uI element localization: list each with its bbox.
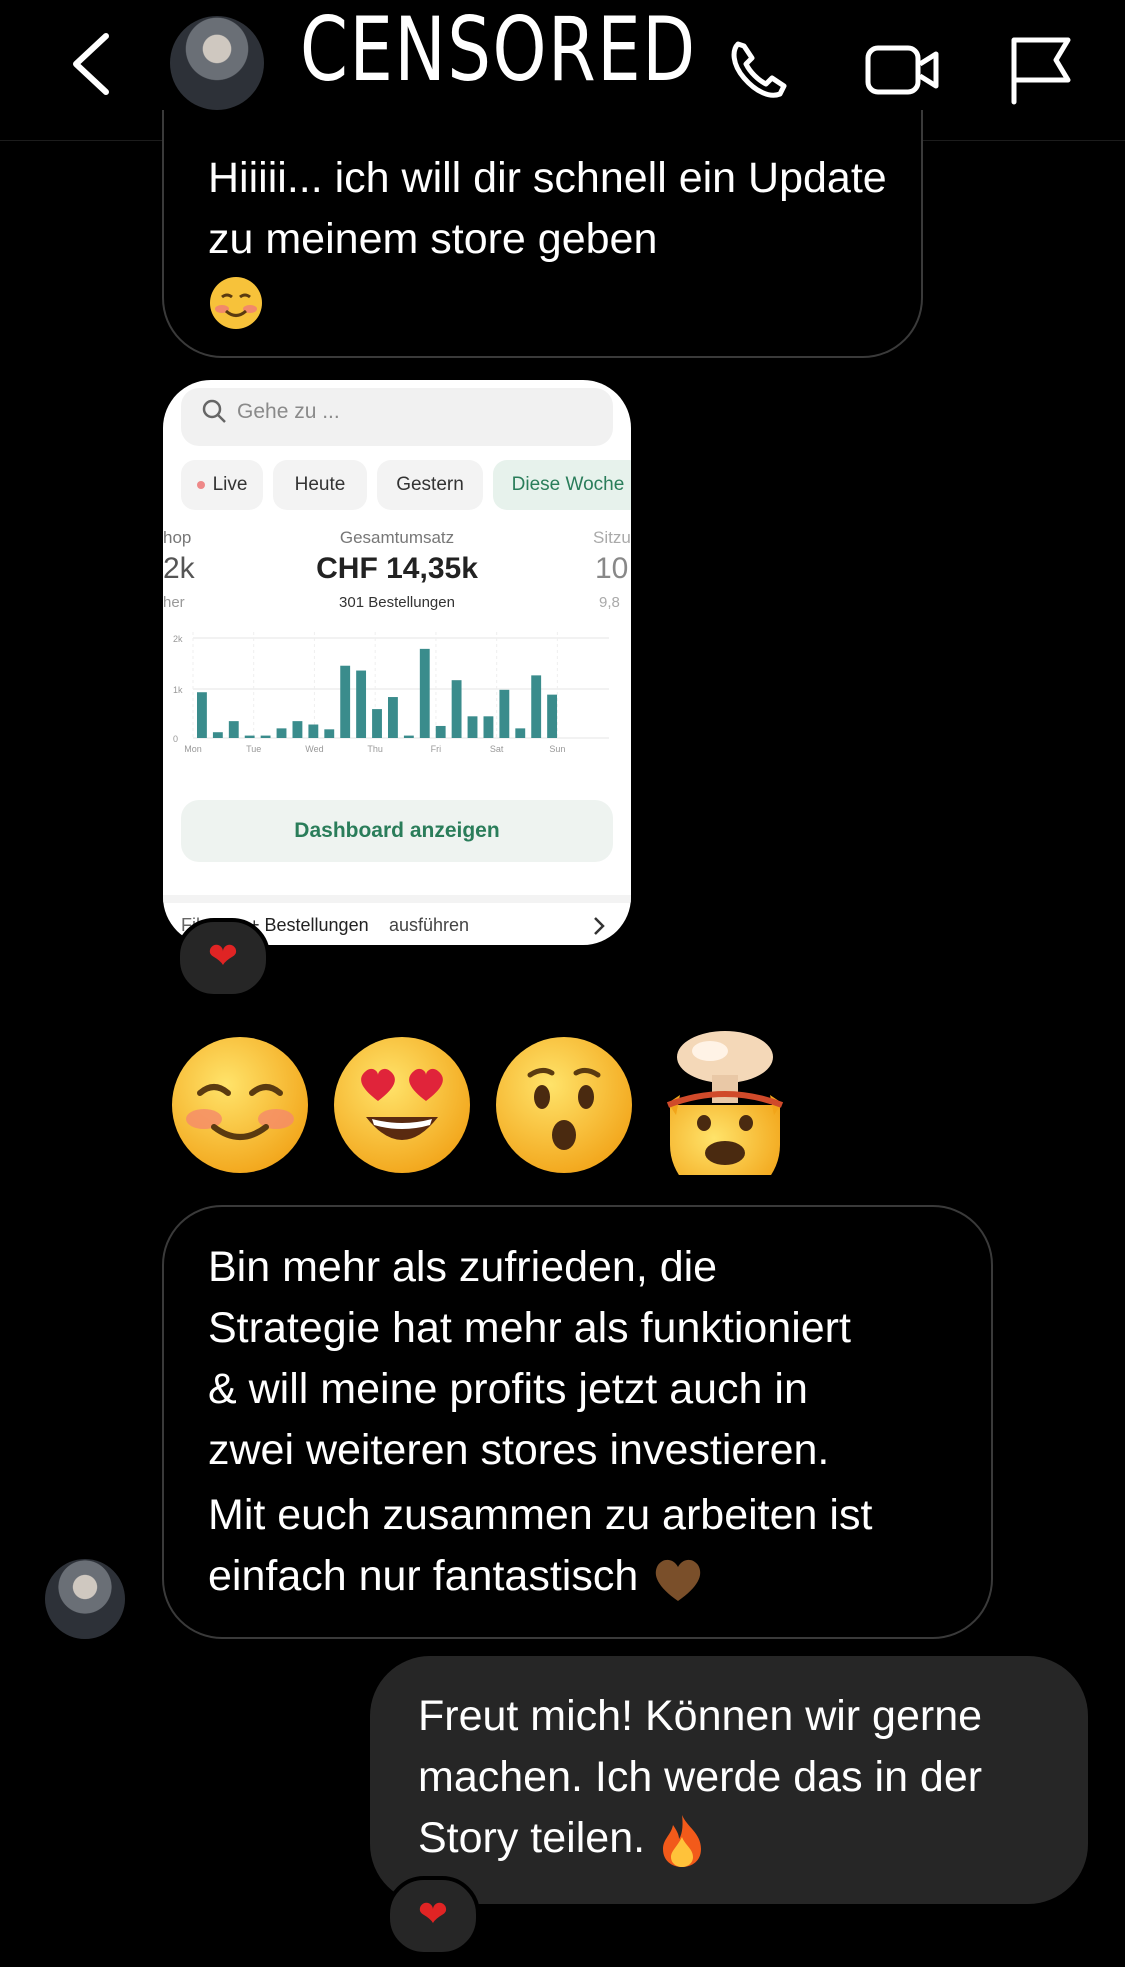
message-text: Hiiiii... ich will dir schnell ein Updat… xyxy=(208,154,887,263)
x-tick-label: Sun xyxy=(549,744,565,754)
chart-bar xyxy=(435,725,446,738)
message-line: Bin mehr als zufrieden, die xyxy=(208,1243,718,1291)
message-line: zwei weiteren stores investieren. xyxy=(208,1426,830,1474)
chart-bar xyxy=(387,697,398,738)
flag-icon[interactable] xyxy=(1002,30,1082,110)
total-revenue-value: CHF 14,35k xyxy=(316,552,478,585)
outgoing-message-bubble[interactable]: Freut mich! Können wir gerne machen. Ich… xyxy=(370,1656,1088,1904)
y-tick-label: 0 xyxy=(173,734,178,744)
chart-bar xyxy=(324,729,335,738)
phone-icon[interactable] xyxy=(720,30,800,110)
incoming-message-bubble[interactable]: Hiiiii... ich will dir schnell ein Updat… xyxy=(162,110,923,358)
stat-right-value: 10 xyxy=(595,552,629,585)
back-chevron-icon[interactable] xyxy=(62,28,122,100)
contact-avatar[interactable] xyxy=(170,16,264,110)
dashboard-button: Dashboard anzeigen xyxy=(181,800,613,862)
message-line: einfach nur fantastisch xyxy=(208,1552,639,1600)
shared-screenshot[interactable]: Gehe zu ... Live Heute Gestern Diese Woc… xyxy=(163,380,631,945)
chart-bar xyxy=(467,716,478,738)
footer-suffix: ausführen xyxy=(389,915,470,935)
heart-icon: ❤ xyxy=(207,935,239,976)
heart-eyes-emoji xyxy=(334,1037,470,1173)
contact-name[interactable]: CENSORED xyxy=(300,6,697,94)
message-line: Story teilen. xyxy=(418,1814,646,1862)
y-tick-label: 1k xyxy=(173,685,183,695)
chart-bar xyxy=(356,670,367,738)
chart-bar xyxy=(197,692,207,738)
orders-count: 301 Bestellungen xyxy=(339,594,455,611)
chart-bar xyxy=(451,680,462,738)
chart-bar xyxy=(515,728,526,738)
contact-avatar-small[interactable] xyxy=(45,1559,125,1639)
stat-right-label: Sitzu xyxy=(593,528,631,547)
message-line: & will meine profits jetzt auch in xyxy=(208,1365,808,1413)
chart-bar xyxy=(292,721,303,738)
chart-bar xyxy=(212,732,223,738)
total-revenue-label: Gesamtumsatz xyxy=(339,528,455,547)
chart-bar xyxy=(403,735,414,738)
message-line: machen. Ich werde das in der xyxy=(418,1753,983,1801)
hushed-face-emoji xyxy=(496,1037,632,1173)
sales-bar-chart: 2k 1k 0 Mon Tue Wed Thu Fri Sat Sun xyxy=(173,632,609,754)
fire-emoji xyxy=(663,1814,702,1867)
x-tick-label: Sat xyxy=(490,744,504,754)
chart-bar xyxy=(276,728,287,738)
heart-reaction[interactable]: ❤ xyxy=(386,1876,480,1956)
chevron-right-icon xyxy=(594,917,605,935)
heart-icon: ❤ xyxy=(417,1893,449,1934)
exploding-head-emoji xyxy=(666,1031,784,1175)
x-tick-label: Mon xyxy=(184,744,202,754)
chart-bar xyxy=(372,709,382,738)
chart-bar xyxy=(547,694,558,738)
smiling-blush-emoji xyxy=(172,1037,308,1173)
message-line: Freut mich! Können wir gerne xyxy=(418,1692,983,1740)
brown-heart-emoji xyxy=(655,1559,701,1601)
chart-bar xyxy=(340,665,351,738)
heart-reaction[interactable]: ❤ xyxy=(176,918,270,998)
chart-bar xyxy=(531,675,542,738)
tab-live: Live xyxy=(181,460,263,510)
tab-heute: Heute xyxy=(273,460,367,510)
y-tick-label: 2k xyxy=(173,634,183,644)
chart-bar xyxy=(419,648,430,738)
x-tick-label: Tue xyxy=(246,744,261,754)
footer-orders: + Bestellungen xyxy=(249,915,369,935)
chart-bar xyxy=(308,724,319,738)
tab-gestern: Gestern xyxy=(377,460,483,510)
smiling-blush-emoji xyxy=(210,276,262,329)
live-dot-icon xyxy=(196,480,205,489)
message-line: Mit euch zusammen zu arbeiten ist xyxy=(208,1491,873,1539)
x-tick-label: Thu xyxy=(367,744,383,754)
message-line: Strategie hat mehr als funktioniert xyxy=(208,1304,851,1352)
incoming-message-bubble[interactable]: Bin mehr als zufrieden, die Strategie ha… xyxy=(162,1205,993,1639)
chart-bar xyxy=(483,716,494,738)
search-icon xyxy=(202,399,226,423)
tab-diese-woche: Diese Woche xyxy=(493,460,631,510)
chart-bar xyxy=(228,721,239,738)
chart-bar xyxy=(499,689,510,738)
chart-bar xyxy=(260,735,271,738)
video-camera-icon[interactable] xyxy=(862,30,942,110)
stat-right-sub: 9,8 xyxy=(599,594,620,611)
search-placeholder: Gehe zu ... xyxy=(237,400,340,423)
chart-bar xyxy=(244,735,255,738)
x-tick-label: Wed xyxy=(305,744,323,754)
x-tick-label: Fri xyxy=(431,744,442,754)
